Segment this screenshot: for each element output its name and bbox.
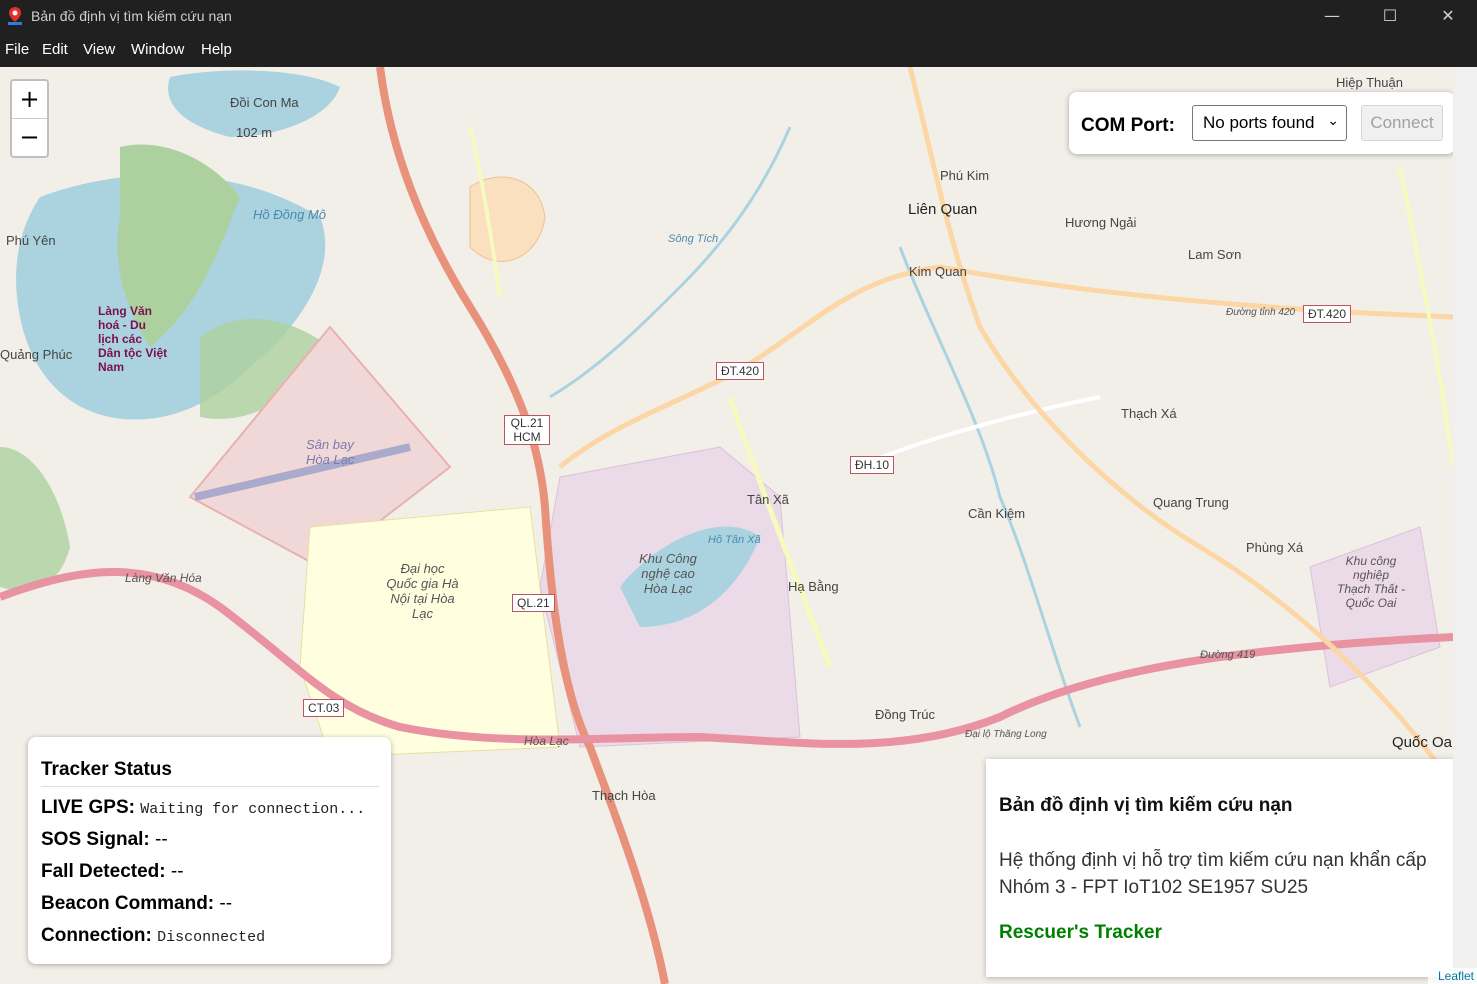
- place-label: Hạ Bằng: [788, 579, 839, 594]
- connection-label: Connection:: [41, 925, 152, 946]
- menu-file[interactable]: File: [5, 41, 29, 58]
- zoom-in-button[interactable]: +: [12, 81, 47, 118]
- com-port-label: COM Port:: [1081, 115, 1175, 136]
- maximize-button[interactable]: ☐: [1361, 0, 1419, 33]
- com-port-panel: COM Port: No ports found ⌄ Connect: [1069, 92, 1455, 154]
- place-label: Làng Văn Hóa: [125, 571, 202, 585]
- place-label: Đường 419: [1200, 649, 1256, 661]
- place-label: 102 m: [236, 125, 273, 140]
- com-port-select-value: No ports found: [1203, 113, 1315, 132]
- place-label: Làng Văn hoá - Du lịch các Dân tộc Việt …: [98, 304, 168, 374]
- info-desc-line: Nhóm 3 - FPT IoT102 SE1957 SU25: [999, 877, 1309, 898]
- place-label: Đường tỉnh 420: [1226, 307, 1296, 318]
- live-gps-label: LIVE GPS:: [41, 797, 135, 818]
- scrollbar[interactable]: [1453, 67, 1477, 984]
- tracker-status-panel: Tracker Status LIVE GPS: Waiting for con…: [28, 737, 391, 964]
- zoom-control: + −: [10, 79, 49, 158]
- chevron-down-icon: ⌄: [1327, 113, 1339, 129]
- tracker-title: Tracker Status: [41, 759, 172, 780]
- beacon-label: Beacon Command:: [41, 893, 215, 914]
- info-title: Bản đồ định vị tìm kiếm cứu nạn: [999, 795, 1293, 816]
- place-label: Kim Quan: [909, 264, 967, 279]
- place-label: Khu Công nghệ cao Hòa Lạc: [639, 551, 697, 596]
- road-shield: QL.21 HCM: [504, 415, 550, 445]
- place-label: Tân Xã: [747, 492, 789, 507]
- connect-button[interactable]: Connect: [1361, 105, 1443, 141]
- sos-value: --: [155, 829, 168, 850]
- title-bar: Bản đồ định vị tìm kiếm cứu nạn — ☐ ✕: [0, 0, 1477, 33]
- place-label: Hiệp Thuận: [1336, 75, 1403, 90]
- sos-label: SOS Signal:: [41, 829, 150, 850]
- fall-row: Fall Detected: --: [41, 861, 184, 883]
- place-label: Đồi Con Ma: [230, 95, 299, 110]
- menu-window[interactable]: Window: [131, 41, 184, 58]
- place-label: Đồng Trúc: [875, 707, 935, 722]
- sos-row: SOS Signal: --: [41, 829, 168, 851]
- fall-label: Fall Detected:: [41, 861, 166, 882]
- road-shield: QL.21: [512, 594, 555, 612]
- rescuer-tracker-link[interactable]: Rescuer's Tracker: [999, 922, 1162, 944]
- map-pin-icon: [8, 7, 22, 25]
- fall-value: --: [170, 861, 184, 882]
- road-shield: ĐT.420: [716, 362, 765, 380]
- beacon-row: Beacon Command: --: [41, 893, 232, 915]
- menu-bar: File Edit View Window Help: [0, 33, 1477, 67]
- road-shield: ĐH.10: [850, 456, 895, 474]
- place-label: Quảng Phúc: [0, 347, 73, 362]
- place-label: Sông Tích: [668, 233, 719, 245]
- menu-view[interactable]: View: [83, 41, 115, 58]
- divider: [41, 786, 379, 787]
- leaflet-attribution[interactable]: Leaflet: [1428, 968, 1477, 984]
- place-label: Thạch Hòa: [592, 788, 656, 803]
- close-button[interactable]: ✕: [1419, 0, 1477, 33]
- place-label: Hương Ngải: [1065, 215, 1137, 230]
- zoom-out-button[interactable]: −: [12, 118, 47, 156]
- place-label: Quang Trung: [1153, 495, 1229, 510]
- place-label: Liên Quan: [908, 201, 978, 218]
- place-label: Hồ Đồng Mô: [253, 207, 326, 222]
- place-label: Phùng Xá: [1246, 540, 1304, 555]
- place-label: Cần Kiệm: [968, 506, 1026, 521]
- minimize-button[interactable]: —: [1303, 0, 1361, 33]
- place-label: Quốc Oai: [1392, 734, 1456, 751]
- place-label: Hòa Lạc: [524, 734, 569, 748]
- menu-edit[interactable]: Edit: [42, 41, 68, 58]
- road-shield: CT.03: [303, 699, 345, 717]
- road-shield: ĐT.420: [1303, 305, 1352, 323]
- place-label: Đại học Quốc gia Hà Nội tại Hòa Lạc: [386, 561, 459, 621]
- connection-value: Disconnected: [157, 929, 266, 946]
- com-port-select[interactable]: No ports found ⌄: [1192, 105, 1347, 141]
- place-label: Khu công nghiệp Thạch Thất - Quốc Oai: [1336, 554, 1406, 610]
- beacon-value: --: [219, 893, 233, 914]
- info-panel: Bản đồ định vị tìm kiếm cứu nạn Hệ thống…: [986, 759, 1471, 977]
- place-label: Phú Kim: [940, 168, 990, 183]
- window-title: Bản đồ định vị tìm kiếm cứu nạn: [31, 8, 232, 24]
- live-gps-value: Waiting for connection...: [140, 801, 366, 818]
- connection-row: Connection: Disconnected: [41, 925, 265, 947]
- info-description: Hệ thống định vị hỗ trợ tìm kiếm cứu nạn…: [999, 847, 1427, 901]
- place-label: Lam Sơn: [1188, 247, 1242, 262]
- place-label: Hồ Tân Xã: [708, 534, 761, 546]
- place-label: Thạch Xá: [1121, 406, 1177, 421]
- menu-help[interactable]: Help: [201, 41, 232, 58]
- place-label: Phú Yên: [6, 233, 56, 248]
- info-desc-line: Hệ thống định vị hỗ trợ tìm kiếm cứu nạn…: [999, 850, 1427, 871]
- live-gps-row: LIVE GPS: Waiting for connection...: [41, 797, 365, 819]
- place-label: Đại lộ Thăng Long: [965, 729, 1047, 740]
- place-label: Sân bay Hòa Lạc: [306, 437, 355, 467]
